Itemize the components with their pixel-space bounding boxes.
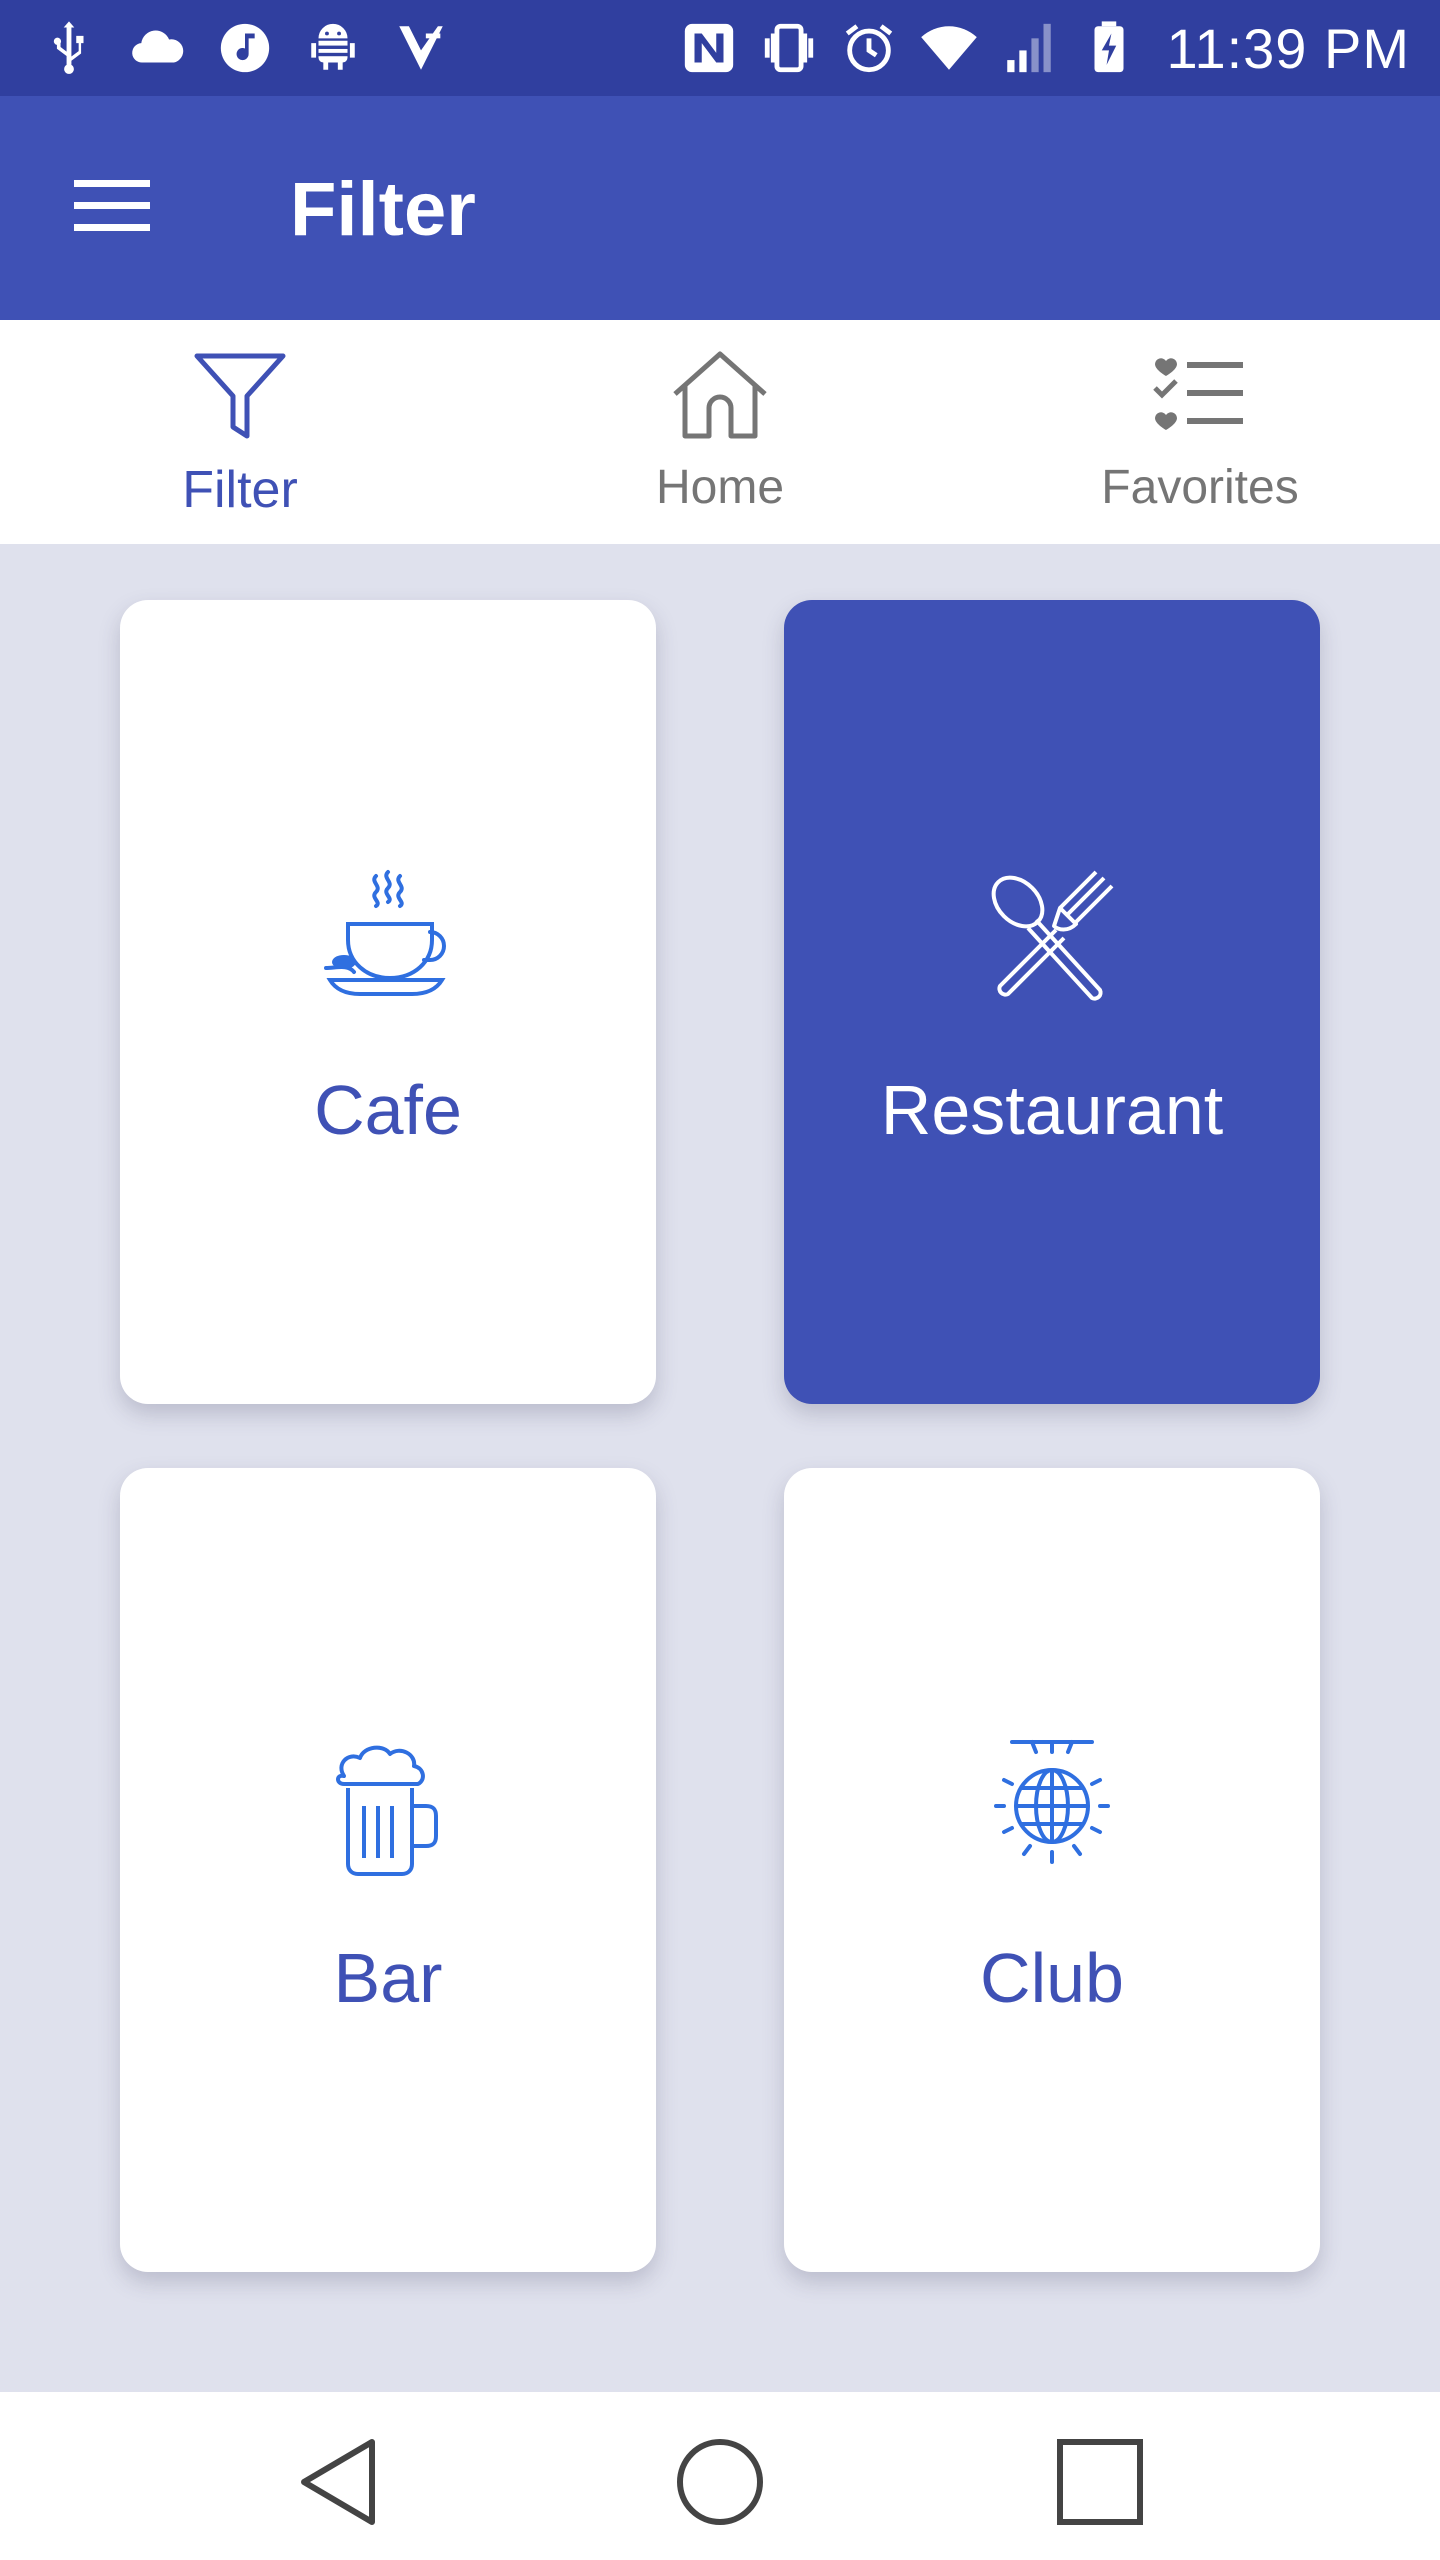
disco-ball-icon xyxy=(994,1740,1110,1864)
category-card-cafe[interactable]: Cafe xyxy=(120,600,656,1404)
app-bar: Filter xyxy=(0,96,1440,320)
recents-square-icon[interactable] xyxy=(1050,2432,1150,2532)
music-icon xyxy=(220,23,270,73)
alarm-icon xyxy=(846,24,893,73)
cloud-icon xyxy=(132,30,184,63)
tab-home-label: Home xyxy=(655,461,785,514)
tab-bar: Filter Home Favorites xyxy=(0,320,1440,544)
tab-favorites[interactable]: Favorites xyxy=(960,320,1440,544)
vibrate-icon xyxy=(765,23,814,73)
tab-filter-label: Filter xyxy=(182,461,298,519)
category-label-cafe: Cafe xyxy=(314,1071,462,1149)
spoon-fork-icon xyxy=(991,870,1114,1001)
beer-mug-icon xyxy=(336,1745,438,1876)
android-icon xyxy=(311,23,355,70)
category-card-club[interactable]: Club xyxy=(784,1468,1320,2272)
home-circle-icon[interactable] xyxy=(670,2432,770,2532)
tab-filter[interactable]: Filter xyxy=(0,320,480,544)
category-label-restaurant: Restaurant xyxy=(880,1071,1224,1149)
home-icon xyxy=(673,351,767,439)
status-bar: 11:39 PM xyxy=(0,0,1440,96)
nfc-icon xyxy=(685,23,734,73)
status-bar-right: 11:39 PM xyxy=(680,16,1410,80)
signal-icon xyxy=(1007,23,1052,73)
coffee-cup-icon xyxy=(324,870,446,996)
status-bar-left xyxy=(40,18,450,78)
filter-funnel-icon xyxy=(194,353,286,439)
category-card-bar[interactable]: Bar xyxy=(120,1468,656,2272)
system-nav-bar xyxy=(0,2392,1440,2560)
usb-icon xyxy=(53,21,84,74)
category-card-restaurant[interactable]: Restaurant xyxy=(784,600,1320,1404)
hamburger-menu-icon[interactable] xyxy=(60,166,160,246)
check-app-icon xyxy=(399,26,443,70)
tab-favorites-label: Favorites xyxy=(1101,461,1299,514)
status-time: 11:39 PM xyxy=(1166,16,1410,80)
category-label-bar: Bar xyxy=(333,1939,443,2017)
battery-charging-icon xyxy=(1094,21,1124,73)
category-grid: Cafe Restaurant Bar Club xyxy=(0,544,1440,2392)
app-title: Filter xyxy=(290,167,476,252)
wifi-icon xyxy=(921,26,978,70)
favorites-list-icon xyxy=(1153,358,1243,430)
back-triangle-icon[interactable] xyxy=(290,2432,390,2532)
category-label-club: Club xyxy=(980,1939,1124,2017)
tab-home[interactable]: Home xyxy=(480,320,960,544)
